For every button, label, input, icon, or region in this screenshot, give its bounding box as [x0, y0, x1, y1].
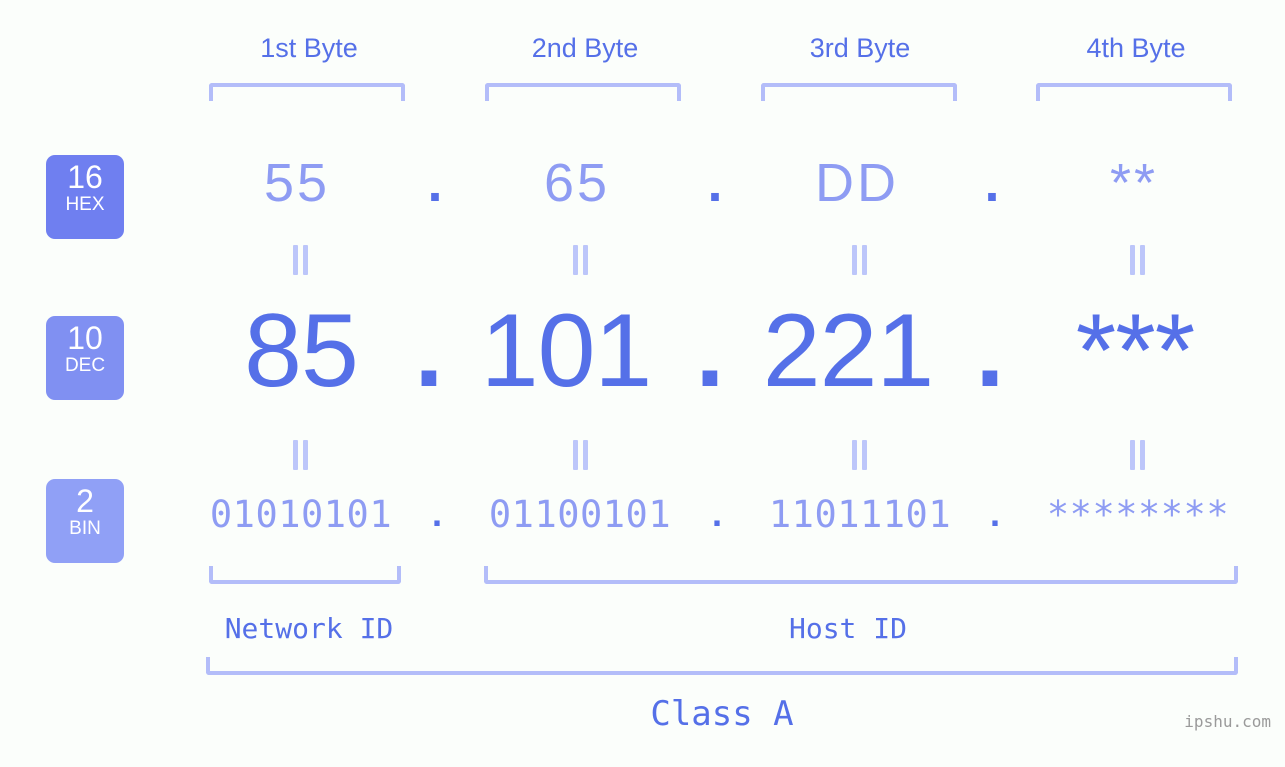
bin-separator-2: . — [711, 493, 723, 534]
base-badge-hex: 16 HEX — [46, 155, 124, 239]
base-badge-bin-number: 2 — [76, 483, 94, 519]
base-badge-bin-name: BIN — [69, 518, 101, 539]
class-bracket — [206, 657, 1238, 675]
dec-separator-2: . — [695, 293, 725, 409]
hex-octet-2: 65 — [543, 153, 611, 213]
equals-connector-icon-dec-4 — [1126, 440, 1148, 470]
bin-octet-1: 01010101 — [209, 493, 393, 536]
byte-header-2: 2nd Byte — [531, 33, 639, 63]
host-id-label: Host ID — [788, 612, 907, 645]
class-label: Class A — [650, 694, 794, 734]
hex-separator-2: . — [707, 153, 723, 213]
bin-octet-3: 11011101 — [768, 493, 952, 536]
bin-octet-4: ******** — [1046, 493, 1230, 536]
byte-header-3: 3rd Byte — [809, 33, 911, 63]
bin-separator-1: . — [431, 493, 443, 534]
dec-octet-3: 221 — [762, 293, 935, 409]
byte-bracket-2 — [485, 83, 681, 101]
base-badge-bin: 2 BIN — [46, 479, 124, 563]
base-badge-dec-name: DEC — [64, 355, 106, 376]
dec-octet-1: 85 — [244, 293, 359, 409]
byte-header-4: 4th Byte — [1086, 33, 1186, 63]
equals-connector-icon-dec-1 — [289, 440, 311, 470]
hex-separator-3: . — [984, 153, 1000, 213]
byte-bracket-4 — [1036, 83, 1232, 101]
watermark: ipshu.com — [1184, 712, 1271, 731]
dec-octet-4: *** — [1075, 293, 1195, 409]
equals-connector-icon-hex-2 — [569, 245, 591, 275]
byte-header-1: 1st Byte — [260, 33, 358, 63]
equals-connector-icon-hex-3 — [848, 245, 870, 275]
byte-bracket-3 — [761, 83, 957, 101]
dec-separator-3: . — [975, 293, 1005, 409]
equals-connector-icon-hex-4 — [1126, 245, 1148, 275]
network-id-label: Network ID — [224, 612, 394, 645]
equals-connector-icon-dec-2 — [569, 440, 591, 470]
network-id-bracket — [209, 566, 401, 584]
ip-address-breakdown-diagram: 1st Byte 2nd Byte 3rd Byte 4th Byte 16 H… — [0, 0, 1285, 767]
hex-octet-3: DD — [815, 153, 899, 213]
base-badge-hex-name: HEX — [65, 194, 105, 215]
byte-bracket-1 — [209, 83, 405, 101]
base-badge-dec: 10 DEC — [46, 316, 124, 400]
base-badge-hex-number: 16 — [67, 159, 103, 195]
equals-connector-icon-dec-3 — [848, 440, 870, 470]
dec-separator-1: . — [414, 293, 444, 409]
equals-connector-icon-hex-1 — [289, 245, 311, 275]
dec-octet-2: 101 — [480, 293, 653, 409]
bin-separator-3: . — [989, 493, 1001, 534]
hex-separator-1: . — [427, 153, 443, 213]
hex-octet-1: 55 — [263, 153, 331, 213]
base-badge-dec-number: 10 — [67, 320, 103, 356]
hex-octet-4: ** — [1109, 153, 1159, 213]
host-id-bracket — [484, 566, 1238, 584]
bin-octet-2: 01100101 — [488, 493, 672, 536]
